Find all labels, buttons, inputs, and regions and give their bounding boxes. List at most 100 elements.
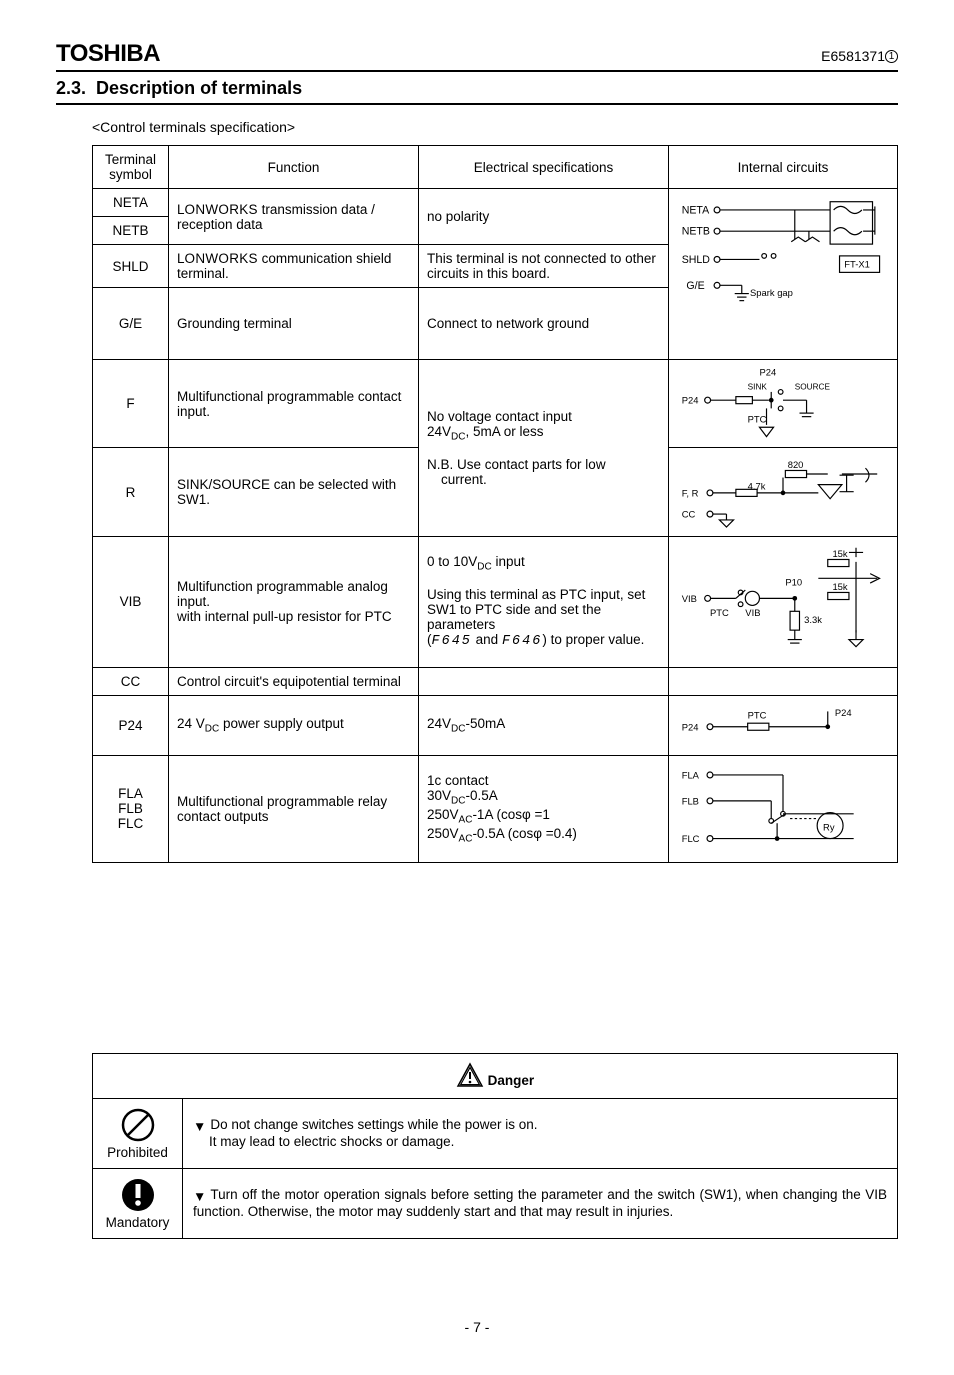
mandatory-text: ▼Turn off the motor operation signals be… xyxy=(183,1168,898,1238)
t: Using this terminal as PTC input, set SW… xyxy=(427,587,645,632)
cell-fl-circuit: FLA FLB FLC Ry xyxy=(669,755,898,862)
cell-net-circuit: NETA NETB SHLD G/E FT-X1 xyxy=(669,189,898,360)
t: FLC xyxy=(118,816,144,831)
cell-p24-func: 24 VDC power supply output xyxy=(169,695,419,755)
cell-ge-symbol: G/E xyxy=(93,288,169,360)
svg-text:P24: P24 xyxy=(682,395,699,406)
svg-text:P24: P24 xyxy=(835,707,852,718)
t: -0.5A xyxy=(465,788,497,803)
section-number: 2.3. xyxy=(56,78,86,98)
cell-vib-func: Multifunction programmable analog input.… xyxy=(169,536,419,667)
cell-r-func: SINK/SOURCE can be selected with SW1. xyxy=(169,448,419,536)
t: L xyxy=(177,251,185,266)
t: 24V xyxy=(427,424,451,439)
svg-text:F, R: F, R xyxy=(682,488,699,499)
cell-shld-func: LONWORKS communication shield terminal. xyxy=(169,245,419,288)
th-spec: Electrical specifications xyxy=(419,146,669,189)
danger-title-text: Danger xyxy=(488,1073,535,1088)
doc-id: E65813711 xyxy=(821,48,898,64)
cell-vib-symbol: VIB xyxy=(93,536,169,667)
svg-text:CC: CC xyxy=(682,509,696,520)
cell-net-spec: no polarity xyxy=(419,189,669,245)
t: ) to proper value. xyxy=(542,632,644,647)
svg-text:FLC: FLC xyxy=(682,833,700,844)
cell-fl-func: Multifunctional programmable relay conta… xyxy=(169,755,419,862)
svg-text:SOURCE: SOURCE xyxy=(795,383,831,392)
cell-f-symbol: F xyxy=(93,360,169,448)
code2: F646 xyxy=(502,634,542,649)
cell-fr-spec: No voltage contact input 24VDC, 5mA or l… xyxy=(419,360,669,537)
t: ONWORKS xyxy=(185,251,258,266)
t: 1c contact xyxy=(427,773,489,788)
cell-cc-symbol: CC xyxy=(93,667,169,695)
th-circuit: Internal circuits xyxy=(669,146,898,189)
bullet-icon: ▼ xyxy=(193,1119,206,1134)
th-symbol: Terminal symbol xyxy=(93,146,169,189)
prohibited-icon xyxy=(120,1107,156,1143)
cell-f-func: Multifunctional programmable contact inp… xyxy=(169,360,419,448)
t: FLB xyxy=(118,801,143,816)
doc-rev: 1 xyxy=(885,50,898,63)
t: 30V xyxy=(427,788,451,803)
svg-text:3.3k: 3.3k xyxy=(804,614,822,625)
t: 250V xyxy=(427,826,459,841)
terminals-table: Terminal symbol Function Electrical spec… xyxy=(92,145,898,863)
table-header-row: Terminal symbol Function Electrical spec… xyxy=(93,146,898,189)
sub-ac: AC xyxy=(459,833,473,844)
row-f: F Multifunctional programmable contact i… xyxy=(93,360,898,448)
cell-vib-spec: 0 to 10VDC input Using this terminal as … xyxy=(419,536,669,667)
bullet-icon: ▼ xyxy=(193,1189,206,1204)
svg-text:NETB: NETB xyxy=(682,226,710,238)
danger-header: Danger xyxy=(93,1053,898,1098)
th-function: Function xyxy=(169,146,419,189)
cell-shld-spec: This terminal is not connected to other … xyxy=(419,245,669,288)
warning-icon xyxy=(456,1062,484,1090)
mandatory-cell: Mandatory xyxy=(93,1168,183,1238)
sub-dc: DC xyxy=(451,431,465,442)
p24-circuit-svg: P24 PTC P24 xyxy=(677,702,889,749)
row-vib: VIB Multifunction programmable analog in… xyxy=(93,536,898,667)
svg-text:PTC: PTC xyxy=(710,607,729,618)
svg-text:Ry: Ry xyxy=(823,821,835,832)
svg-text:15k: 15k xyxy=(832,581,847,592)
svg-text:NETA: NETA xyxy=(682,205,710,217)
cell-cc-spec xyxy=(419,667,669,695)
t: Turn off the motor operation signals bef… xyxy=(193,1187,887,1219)
cell-net-func: LONWORKS transmission data / reception d… xyxy=(169,189,419,245)
page-number: - 7 - xyxy=(56,1319,898,1335)
t: , 5mA or less xyxy=(465,424,543,439)
t: power supply output xyxy=(219,716,344,731)
doc-id-text: E6581371 xyxy=(821,48,885,64)
mandatory-label: Mandatory xyxy=(106,1215,170,1230)
t: -50mA xyxy=(465,716,505,731)
section-title: 2.3. Description of terminals xyxy=(56,78,898,105)
cell-r-circuit: 820 4.7k F, R CC xyxy=(669,448,898,536)
prohibited-label: Prohibited xyxy=(107,1145,168,1160)
cell-p24-symbol: P24 xyxy=(93,695,169,755)
danger-mandatory-row: Mandatory ▼Turn off the motor operation … xyxy=(93,1168,898,1238)
svg-text:FLB: FLB xyxy=(682,795,699,806)
net-circuit-svg: NETA NETB SHLD G/E FT-X1 xyxy=(677,197,889,350)
t: ONWORKS xyxy=(185,202,258,217)
t: N.B. Use contact parts for low xyxy=(427,457,606,472)
cell-f-circuit: P24 SINKSOURCE P24 PTC xyxy=(669,360,898,448)
cell-ge-func: Grounding terminal xyxy=(169,288,419,360)
fl-circuit-svg: FLA FLB FLC Ry xyxy=(677,762,889,856)
cell-cc-circuit xyxy=(669,667,898,695)
t: input xyxy=(492,554,525,569)
f-circuit-svg: P24 SINKSOURCE P24 PTC xyxy=(677,366,889,441)
section-title-text: Description of terminals xyxy=(96,78,302,98)
danger-table: Danger Prohibited ▼Do not change switche… xyxy=(92,1053,898,1239)
t: 0 to 10V xyxy=(427,554,477,569)
t: 250V xyxy=(427,807,459,822)
cell-vib-circuit: 15k P10 15k VIB PTCVIB 3.3k xyxy=(669,536,898,667)
svg-text:P24: P24 xyxy=(682,721,699,732)
t: L xyxy=(177,202,185,217)
cell-p24-circuit: P24 PTC P24 xyxy=(669,695,898,755)
t: current. xyxy=(427,472,660,487)
row-cc: CC Control circuit's equipotential termi… xyxy=(93,667,898,695)
t: FLA xyxy=(118,786,143,801)
svg-text:G/E: G/E xyxy=(686,280,704,292)
svg-text:P24: P24 xyxy=(759,366,776,377)
vib-circuit-svg: 15k P10 15k VIB PTCVIB 3.3k xyxy=(677,543,889,661)
